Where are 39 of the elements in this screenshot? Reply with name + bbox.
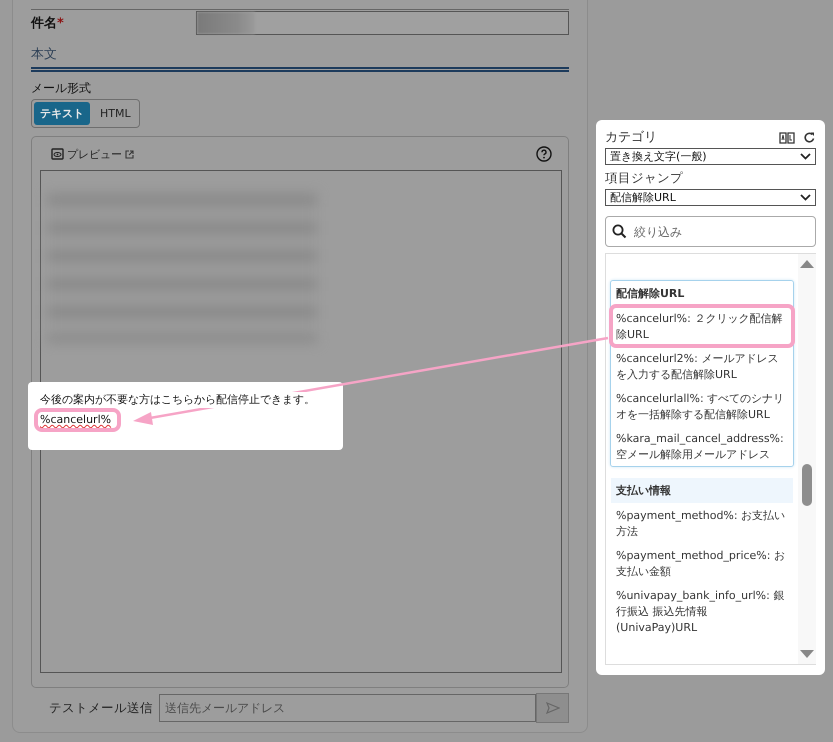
test-send-label: テストメール送信 bbox=[48, 700, 154, 716]
format-option[interactable]: HTML bbox=[94, 102, 137, 125]
chevron-down-icon bbox=[800, 194, 811, 201]
scroll-down-icon[interactable] bbox=[800, 650, 814, 658]
variable-item[interactable]: %cancelurl2%: メールアドレスを入力する配信解除URL bbox=[611, 346, 793, 386]
scroll-up-icon[interactable] bbox=[800, 260, 814, 268]
scrollbar[interactable] bbox=[798, 254, 816, 664]
external-link-icon bbox=[125, 150, 134, 158]
scrollbar-thumb[interactable] bbox=[802, 464, 812, 506]
help-icon[interactable] bbox=[536, 146, 552, 162]
chevron-down-icon bbox=[800, 153, 811, 160]
filter-field[interactable]: 絞り込み bbox=[605, 216, 816, 247]
jump-label: 項目ジャンプ bbox=[605, 170, 684, 187]
variable-item[interactable]: %payment_method_price%: お支払い金額 bbox=[611, 543, 793, 583]
format-option[interactable]: テキスト bbox=[34, 102, 90, 125]
category-select[interactable]: 置き換え文字(一般) bbox=[605, 148, 816, 165]
variable-item[interactable]: %kara_mail_cancel_address%: 空メール解除用メールアドレス bbox=[611, 426, 793, 466]
book-icon[interactable] bbox=[779, 130, 795, 144]
group-title: 支払い情報 bbox=[611, 478, 793, 503]
send-icon bbox=[546, 702, 560, 714]
variable-item[interactable]: %cancelurlall%: すべてのシナリオを一括解除する配信解除URL bbox=[611, 386, 793, 426]
variable-item[interactable]: %cancelurl%: ２クリック配信解除URL bbox=[611, 306, 793, 346]
mail-format-label: メール形式 bbox=[31, 80, 92, 97]
jump-select[interactable]: 配信解除URL bbox=[605, 189, 816, 206]
search-icon bbox=[612, 224, 627, 239]
subject-field[interactable] bbox=[196, 10, 569, 34]
refresh-icon[interactable] bbox=[803, 130, 816, 144]
group-title: 配信解除URL bbox=[615, 286, 686, 302]
category-label: カテゴリ bbox=[605, 129, 657, 146]
variable-item[interactable]: %univapay_bank_info_url%: 銀行振込 振込先情報(UnivaPay)URL bbox=[611, 583, 793, 639]
template-text: %cancelurl% bbox=[38, 412, 118, 428]
email-field[interactable]: 送信先メールアドレス bbox=[159, 694, 536, 722]
section-title: 本文 bbox=[31, 46, 58, 63]
send-button[interactable] bbox=[536, 693, 569, 723]
subject-label: 件名* bbox=[31, 14, 65, 32]
variable-item[interactable]: %payment_method%: お支払い方法 bbox=[611, 503, 793, 543]
preview-icon[interactable] bbox=[51, 148, 64, 160]
redacted-text bbox=[197, 12, 255, 34]
preview-link[interactable]: プレビュー bbox=[67, 146, 122, 162]
